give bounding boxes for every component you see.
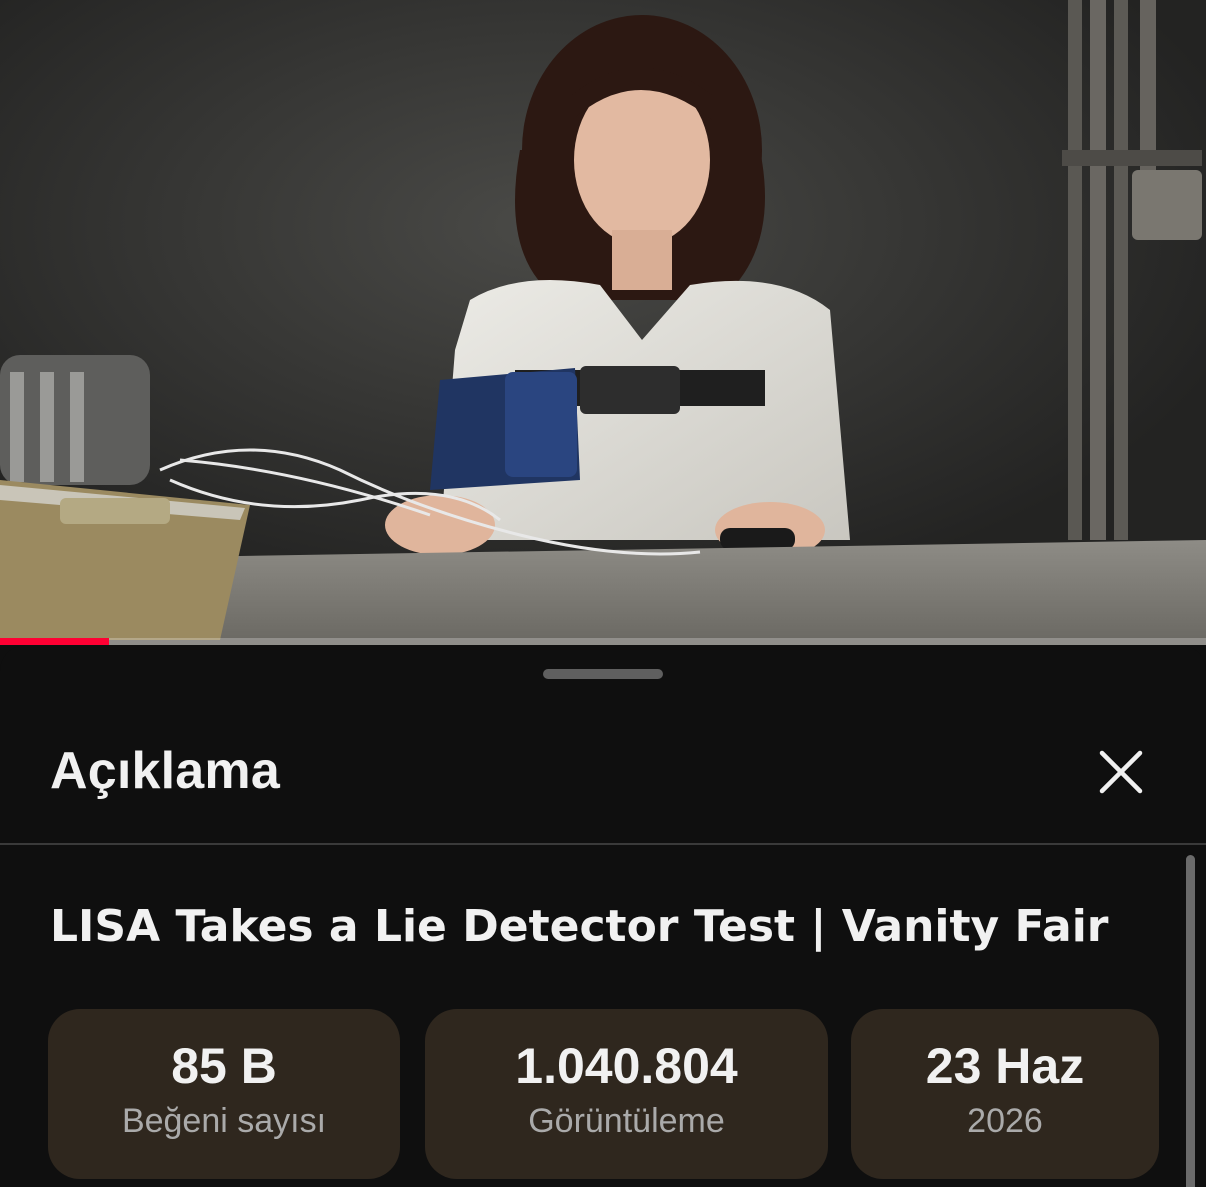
progress-bar-fill	[0, 638, 109, 645]
publish-date: 23 Haz	[925, 1038, 1085, 1094]
panel-title: Açıklama	[50, 742, 280, 800]
video-player[interactable]	[0, 0, 1206, 645]
views-stat: 1.040.804 Görüntüleme	[425, 1009, 828, 1179]
views-label: Görüntüleme	[528, 1102, 725, 1140]
description-panel: Açıklama LISA Takes a Lie Detector Test …	[0, 645, 1206, 1187]
header-divider	[0, 843, 1206, 845]
close-button[interactable]	[1092, 743, 1150, 801]
likes-label: Beğeni sayısı	[121, 1102, 327, 1140]
video-title: LISA Takes a Lie Detector Test | Vanity …	[50, 901, 1109, 952]
publish-year: 2026	[967, 1102, 1043, 1140]
likes-count: 85 B	[171, 1038, 277, 1094]
progress-bar[interactable]	[0, 638, 1206, 645]
video-frame	[0, 0, 1206, 645]
close-icon	[1099, 750, 1143, 794]
date-stat: 23 Haz 2026	[851, 1009, 1159, 1179]
views-count: 1.040.804	[515, 1038, 738, 1094]
drag-handle[interactable]	[543, 669, 663, 679]
likes-stat: 85 B Beğeni sayısı	[48, 1009, 400, 1179]
scrollbar[interactable]	[1186, 855, 1195, 1187]
